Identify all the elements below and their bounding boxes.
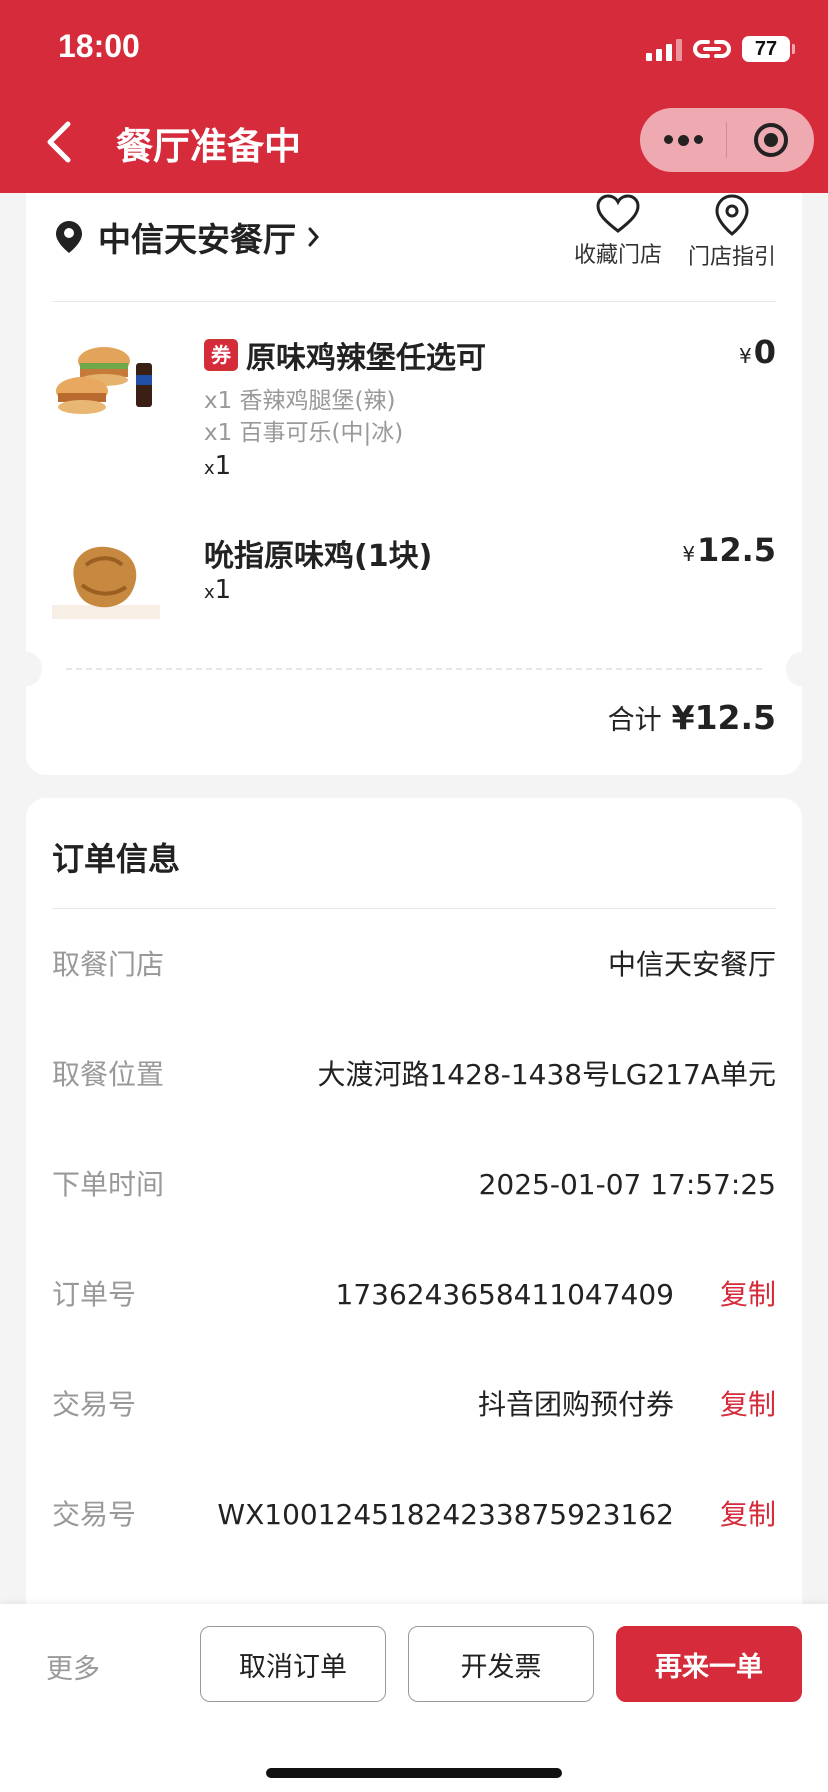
list-item: 券 原味鸡辣堡任选可 x1 香辣鸡腿堡(辣) x1 百事可乐(中|冰) x1 ¥… (52, 333, 776, 493)
item-title: 原味鸡辣堡任选可 (246, 341, 486, 376)
store-name: 中信天安餐厅 (98, 220, 296, 259)
combo-meal-image (56, 347, 152, 414)
price-value: 12.5 (697, 531, 776, 569)
back-arrow-icon (47, 121, 71, 163)
status-icons: 77 (646, 32, 795, 66)
pickup-location-row: 取餐位置 大渡河路1428-1438号LG217A单元 (52, 1050, 776, 1100)
item-price: ¥0 (739, 333, 776, 371)
invoice-button[interactable]: 开发票 (408, 1626, 594, 1702)
fried-chicken-image (52, 546, 160, 619)
coupon-badge: 券 (204, 339, 238, 371)
total-label: 合计 (607, 705, 662, 736)
cancel-order-button[interactable]: 取消订单 (200, 1626, 386, 1702)
miniprogram-capsule (640, 108, 814, 172)
section-title: 订单信息 (52, 840, 181, 878)
close-miniprogram-button[interactable] (727, 121, 814, 159)
order-number-row: 订单号 1736243658411047409 复制 (52, 1270, 776, 1320)
page-title: 餐厅准备中 (116, 125, 301, 168)
store-link[interactable]: 中信天安餐厅 (54, 213, 322, 261)
reorder-button[interactable]: 再来一单 (616, 1626, 802, 1702)
section-divider (52, 908, 776, 909)
order-items-card: 中信天安餐厅 收藏门店 门店指引 券 原味鸡辣堡任选可 x1 香辣鸡腿堡(辣) … (12, 193, 816, 775)
item-price: ¥12.5 (682, 531, 776, 569)
location-outline-icon (715, 194, 749, 236)
info-label: 交易号 (52, 1498, 137, 1531)
item-title: 吮指原味鸡(1块) (204, 539, 433, 574)
location-pin-icon (56, 221, 82, 253)
store-guide-button[interactable]: 门店指引 (688, 193, 776, 271)
dashed-divider (66, 668, 762, 670)
favorite-store-button[interactable]: 收藏门店 (574, 193, 662, 269)
store-divider (52, 301, 776, 302)
info-value: 2025-01-07 17:57:25 (478, 1168, 776, 1201)
battery-icon: 77 (742, 36, 795, 62)
list-item: 吮指原味鸡(1块) x1 ¥12.5 (52, 531, 776, 641)
ticket-notch-left (12, 652, 42, 686)
home-indicator (266, 1768, 562, 1778)
info-label: 订单号 (52, 1278, 137, 1311)
info-label: 取餐门店 (52, 948, 165, 981)
copy-transaction-button[interactable]: 复制 (720, 1380, 776, 1430)
heart-icon (596, 194, 640, 233)
link-icon (693, 40, 731, 58)
quantity-x: x (204, 458, 215, 479)
pickup-store-row: 取餐门店 中信天安餐厅 (52, 940, 776, 990)
chevron-right-icon (308, 227, 319, 247)
order-time-row: 下单时间 2025-01-07 17:57:25 (52, 1160, 776, 1210)
price-value: 0 (753, 333, 776, 371)
quantity-value: 1 (214, 575, 232, 605)
copy-transaction-button[interactable]: 复制 (720, 1490, 776, 1540)
order-total: 合计 ¥12.5 (608, 698, 776, 737)
favorite-store-label: 收藏门店 (574, 243, 663, 268)
info-label: 交易号 (52, 1388, 137, 1421)
store-guide-label: 门店指引 (688, 245, 777, 270)
signal-icon (646, 37, 682, 61)
transaction-row: 交易号 抖音团购预付券 复制 (52, 1380, 776, 1430)
currency-symbol: ¥ (739, 344, 752, 368)
info-value: WX1001245182423387592316​2 (217, 1498, 674, 1531)
currency-symbol: ¥ (682, 542, 696, 566)
item-option: x1 香辣鸡腿堡(辣) (204, 388, 396, 414)
status-time: 18:00 (58, 28, 140, 64)
transaction-row: 交易号 WX1001245182423387592316​2 复制 (52, 1490, 776, 1540)
info-value: 大渡河路1428-1438号LG217A单元 (317, 1058, 776, 1091)
more-options-icon[interactable] (640, 134, 726, 146)
info-label: 取餐位置 (52, 1058, 165, 1091)
info-label: 下单时间 (52, 1168, 165, 1201)
info-value: 中信天安餐厅 (607, 948, 776, 981)
back-button[interactable] (40, 118, 80, 166)
copy-order-number-button[interactable]: 复制 (720, 1270, 776, 1320)
item-option: x1 百事可乐(中|冰) (204, 420, 404, 446)
item-quantity: x1 (204, 451, 231, 481)
info-value: 1736243658411047409 (335, 1278, 674, 1311)
bottom-action-bar: 更多 取消订单 开发票 再来一单 (0, 1604, 828, 1792)
target-close-icon (753, 123, 788, 157)
ticket-notch-right (786, 652, 816, 686)
total-value: ¥12.5 (671, 698, 776, 737)
item-name: 券 原味鸡辣堡任选可 (204, 333, 486, 377)
more-button[interactable]: 更多 (46, 1650, 100, 1690)
app-header: 18:00 77 餐厅准备中 (0, 0, 828, 193)
item-quantity: x1 (204, 575, 231, 605)
quantity-value: 1 (214, 451, 232, 481)
info-value: 抖音团购预付券 (477, 1388, 674, 1421)
quantity-x: x (204, 582, 215, 603)
